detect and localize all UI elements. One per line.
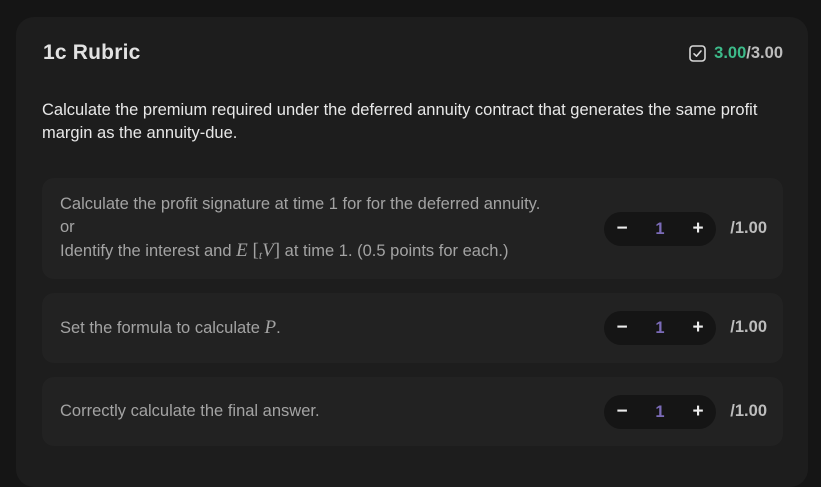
rubric-item-line: Calculate the profit signature at time 1… — [60, 195, 541, 213]
max-points: /1.00 — [730, 402, 767, 420]
max-points: /1.00 — [730, 318, 767, 336]
points-stepper: − 1 + — [604, 212, 716, 246]
rubric-title: 1c Rubric — [43, 41, 141, 64]
math-symbol: V — [262, 240, 274, 261]
rubric-item-text: at time 1. (0.5 points for each.) — [280, 242, 509, 260]
rubric-item: Calculate the profit signature at time 1… — [42, 178, 783, 279]
decrement-button[interactable]: − — [606, 212, 638, 246]
max-points: /1.00 — [730, 219, 767, 237]
rubric-item-description: Correctly calculate the final answer. — [60, 402, 320, 420]
math-symbol: P — [264, 317, 277, 338]
score-total: /3.00 — [746, 44, 783, 62]
rubric-item: Set the formula to calculate P. − 1 + /1… — [42, 293, 783, 363]
points-value[interactable]: 1 — [644, 311, 676, 345]
rubric-item-description: Set the formula to calculate P. — [60, 316, 281, 340]
score-earned: 3.00 — [714, 44, 747, 62]
increment-button[interactable]: + — [682, 212, 714, 246]
math-symbol: E — [236, 240, 248, 261]
checkbox-check-icon — [689, 45, 706, 62]
rubric-item: Correctly calculate the final answer. − … — [42, 377, 783, 446]
decrement-button[interactable]: − — [606, 311, 638, 345]
score-summary: 3.00/3.00 — [689, 44, 783, 63]
rubric-item-description: Calculate the profit signature at time 1… — [60, 193, 540, 267]
rubric-item-line: Identify the interest and E [tV] at time… — [60, 239, 540, 267]
decrement-button[interactable]: − — [606, 395, 638, 429]
increment-button[interactable]: + — [682, 311, 714, 345]
rubric-item-text: . — [276, 319, 281, 337]
rubric-panel: 1c Rubric 3.00/3.00 Calculate the premiu… — [16, 17, 808, 487]
points-value[interactable]: 1 — [644, 395, 676, 429]
points-stepper: − 1 + — [604, 311, 716, 345]
rubric-item-text: Identify the interest and — [60, 242, 237, 260]
rubric-item-text: Set the formula to calculate — [60, 319, 265, 337]
increment-button[interactable]: + — [682, 395, 714, 429]
rubric-item-line: or — [60, 218, 75, 236]
math-expression: E [tV] — [236, 240, 280, 262]
points-stepper: − 1 + — [604, 395, 716, 429]
question-text: Calculate the premium required under the… — [42, 101, 758, 142]
points-value[interactable]: 1 — [644, 212, 676, 246]
